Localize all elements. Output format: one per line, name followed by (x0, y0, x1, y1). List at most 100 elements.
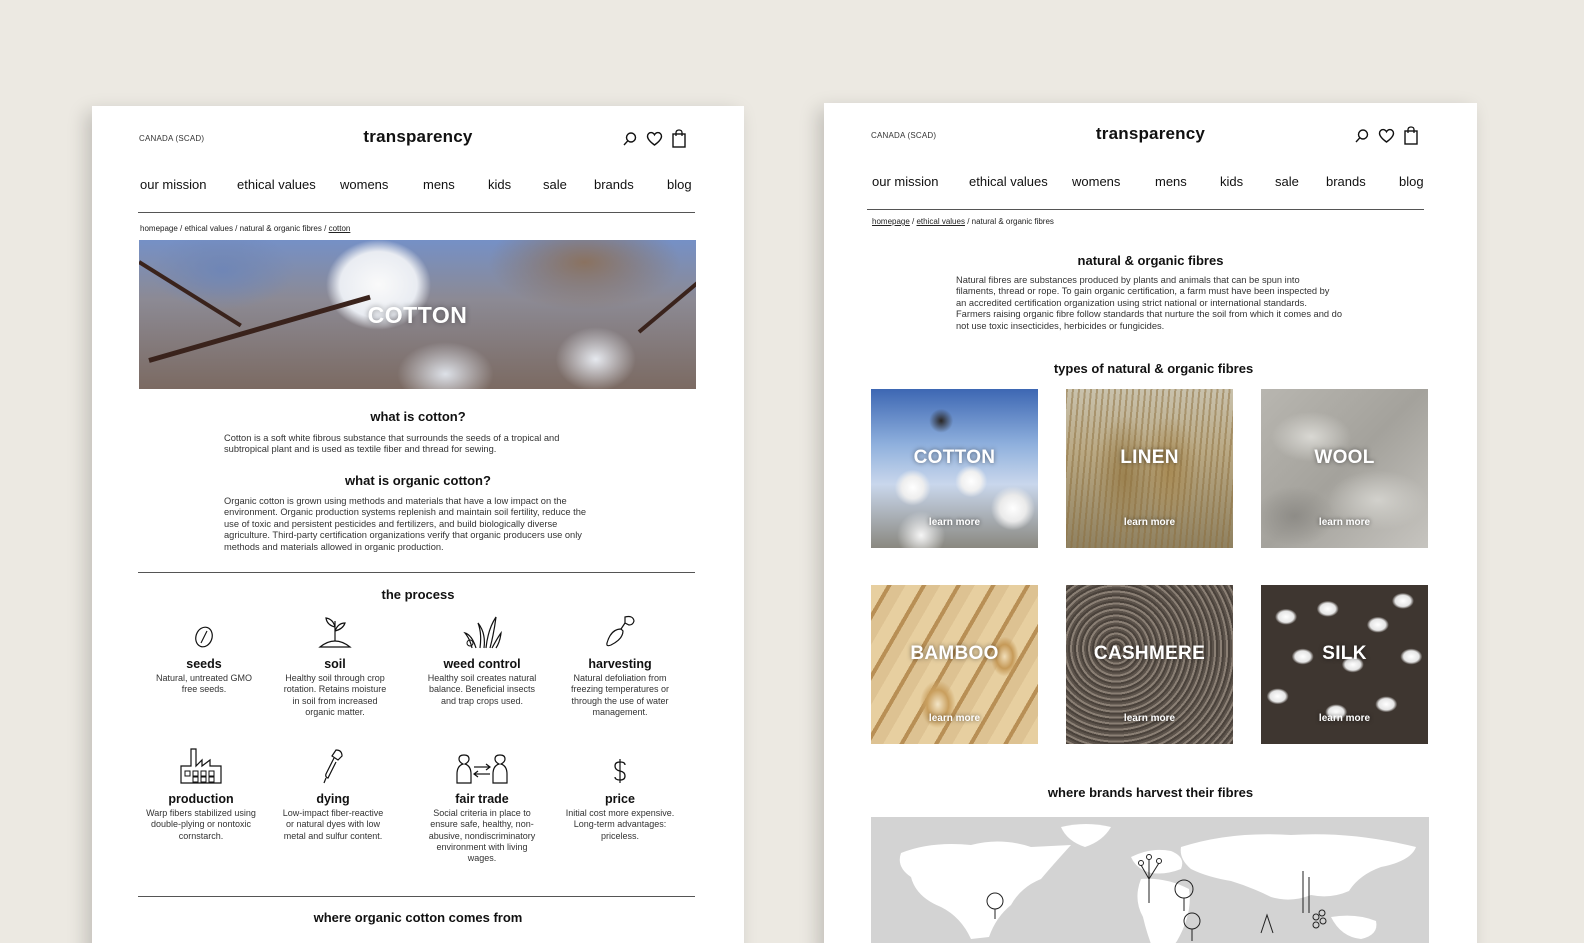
search-icon[interactable] (622, 131, 638, 147)
header-icons (622, 129, 687, 148)
dropper-icon (320, 748, 346, 789)
fibre-name: LINEN (1120, 447, 1179, 468)
process-item: seeds Natural, untreated GMO free seeds. (149, 614, 259, 696)
process-text: Initial cost more expensive. Long-term a… (565, 808, 675, 841)
learn-more-link[interactable]: learn more (1261, 713, 1428, 724)
nav-divider (138, 212, 695, 213)
plants-icon (462, 615, 502, 654)
process-item: harvesting Natural defoliation from free… (565, 614, 675, 718)
heart-icon[interactable] (646, 131, 663, 147)
process-text: Natural, untreated GMO free seeds. (155, 673, 253, 695)
hero-title: COTTON (367, 302, 468, 328)
breadcrumb-ethical-values[interactable]: ethical values (916, 217, 964, 226)
nav-sale[interactable]: sale (543, 177, 567, 192)
origin-heading: where organic cotton comes from (313, 910, 523, 925)
heart-icon[interactable] (1378, 128, 1395, 144)
map-heading: where brands harvest their fibres (1047, 785, 1254, 800)
cotton-page: CANADA (SCAD) transparency our mission e… (92, 106, 744, 943)
fibres-page: CANADA (SCAD) transparency our mission e… (824, 103, 1477, 943)
breadcrumb-current[interactable]: cotton (329, 224, 351, 233)
shopping-bag-icon[interactable] (1403, 126, 1419, 145)
nav-kids[interactable]: kids (488, 177, 511, 192)
section-divider (138, 572, 695, 573)
intro-text: Natural fibres are substances produced b… (956, 275, 1342, 331)
types-heading: types of natural & organic fibres (1053, 361, 1254, 376)
nav-brands[interactable]: brands (1326, 174, 1366, 189)
nav-our-mission[interactable]: our mission (872, 174, 938, 189)
main-nav: our mission ethical values womens mens k… (824, 174, 1477, 190)
what-is-cotton-text: Cotton is a soft white fibrous substance… (224, 433, 560, 455)
process-title: dying (316, 792, 350, 806)
what-is-cotton-heading: what is cotton? (370, 409, 466, 424)
process-text: Natural defoliation from freezing temper… (570, 673, 670, 717)
process-item: dying Low-impact fiber-reactive or natur… (278, 749, 388, 842)
page-title: natural & organic fibres (1077, 253, 1224, 268)
fibre-tile-cashmere[interactable]: CASHMERE learn more (1066, 585, 1233, 744)
process-title: soil (324, 657, 346, 671)
fibre-tile-cotton[interactable]: COTTON learn more (871, 389, 1038, 548)
world-map[interactable] (871, 817, 1429, 943)
nav-blog[interactable]: blog (1399, 174, 1424, 189)
breadcrumb: homepage / ethical values / natural & or… (872, 217, 1054, 226)
process-item: soil Healthy soil through crop rotation.… (280, 614, 390, 718)
organic-cotton-heading: what is organic cotton? (345, 473, 491, 488)
fibre-tile-wool[interactable]: WOOL learn more (1261, 389, 1428, 548)
process-item: price Initial cost more expensive. Long-… (565, 749, 675, 842)
learn-more-link[interactable]: learn more (871, 713, 1038, 724)
breadcrumb-path[interactable]: homepage / ethical values / natural & or… (140, 224, 329, 233)
fibre-tile-bamboo[interactable]: BAMBOO learn more (871, 585, 1038, 744)
breadcrumb: homepage / ethical values / natural & or… (140, 224, 350, 233)
process-title: production (168, 792, 234, 806)
fibre-name: WOOL (1314, 447, 1375, 468)
fibre-name: SILK (1322, 643, 1367, 664)
nav-mens[interactable]: mens (423, 177, 455, 192)
dollar-icon (612, 758, 628, 789)
process-item: production Warp fibers stabilized using … (146, 746, 256, 842)
seed-icon (192, 623, 216, 654)
process-heading: the process (381, 587, 455, 602)
search-icon[interactable] (1354, 128, 1370, 144)
process-text: Healthy soil through crop rotation. Reta… (283, 673, 387, 717)
hero-banner: COTTON (139, 240, 696, 389)
process-title: harvesting (588, 657, 652, 671)
header-icons (1354, 126, 1419, 145)
process-text: Social criteria in place to ensure safe,… (428, 808, 536, 864)
shopping-bag-icon[interactable] (671, 129, 687, 148)
nav-our-mission[interactable]: our mission (140, 177, 206, 192)
process-item: fair trade Social criteria in place to e… (427, 749, 537, 864)
world-map-shapes (899, 824, 1416, 943)
process-title: price (605, 792, 635, 806)
nav-mens[interactable]: mens (1155, 174, 1187, 189)
fibre-name: CASHMERE (1093, 643, 1206, 664)
nav-womens[interactable]: womens (340, 177, 388, 192)
process-title: weed control (443, 657, 521, 671)
main-nav: our mission ethical values womens mens k… (92, 177, 744, 193)
learn-more-link[interactable]: learn more (1261, 517, 1428, 528)
fibre-name: COTTON (913, 447, 996, 468)
fibre-name: BAMBOO (910, 643, 999, 664)
fibre-tile-silk[interactable]: SILK learn more (1261, 585, 1428, 744)
nav-kids[interactable]: kids (1220, 174, 1243, 189)
nav-divider (867, 209, 1424, 210)
nav-sale[interactable]: sale (1275, 174, 1299, 189)
nav-ethical-values[interactable]: ethical values (237, 177, 316, 192)
trowel-icon (603, 613, 637, 654)
nav-brands[interactable]: brands (594, 177, 634, 192)
process-title: fair trade (455, 792, 509, 806)
process-title: seeds (186, 657, 222, 671)
process-item: weed control Healthy soil creates natura… (427, 614, 537, 707)
learn-more-link[interactable]: learn more (871, 517, 1038, 528)
nav-blog[interactable]: blog (667, 177, 692, 192)
process-text: Healthy soil creates natural balance. Be… (427, 673, 537, 706)
process-text: Warp fibers stabilized using double-plyi… (146, 808, 256, 841)
breadcrumb-current: / natural & organic fibres (964, 217, 1054, 226)
exchange-icon (455, 754, 509, 789)
learn-more-link[interactable]: learn more (1066, 517, 1233, 528)
nav-womens[interactable]: womens (1072, 174, 1120, 189)
factory-icon (180, 746, 222, 789)
nav-ethical-values[interactable]: ethical values (969, 174, 1048, 189)
learn-more-link[interactable]: learn more (1066, 713, 1233, 724)
breadcrumb-homepage[interactable]: homepage (872, 217, 910, 226)
fibre-tile-linen[interactable]: LINEN learn more (1066, 389, 1233, 548)
section-divider (138, 896, 695, 897)
